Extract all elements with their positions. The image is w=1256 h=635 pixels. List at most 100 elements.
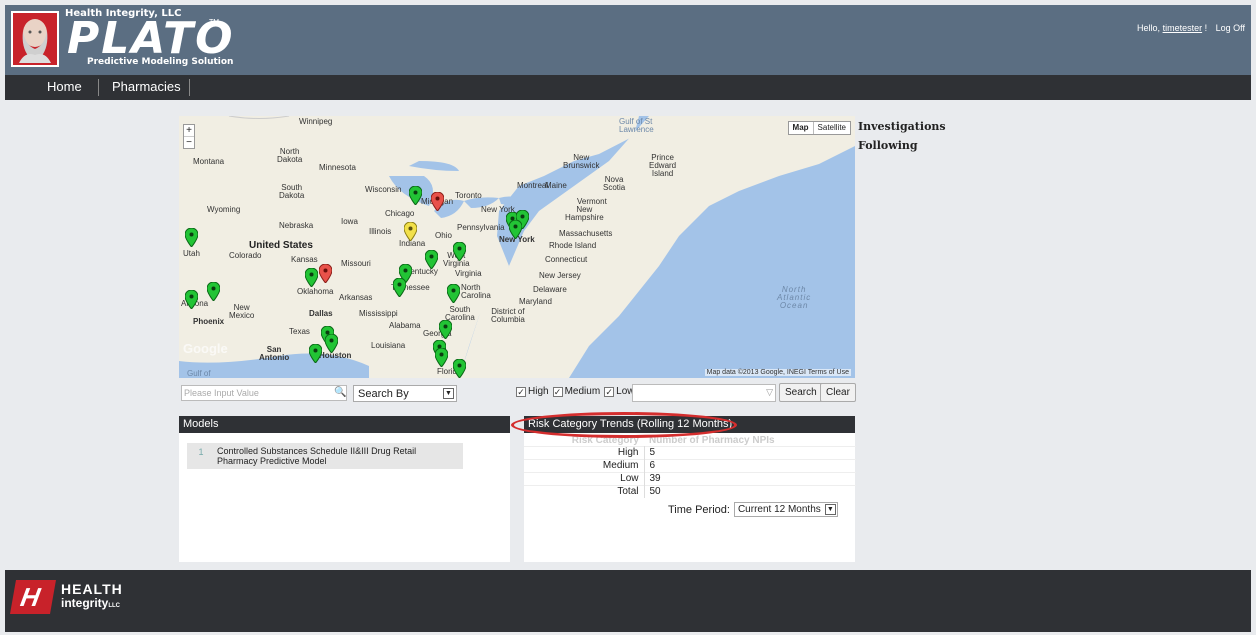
- label-south-dakota: South Dakota: [279, 183, 305, 200]
- label-san-antonio: San Antonio: [259, 345, 290, 362]
- list-item[interactable]: 1 Controlled Substances Schedule II&III …: [187, 443, 463, 469]
- pharmacy-map[interactable]: + − Map Satellite Winnipeg Gulf of St La…: [179, 116, 855, 378]
- model-name: Controlled Substances Schedule II&III Dr…: [217, 446, 417, 466]
- label-maryland: Maryland: [519, 297, 552, 306]
- footer-brand-line1: HEALTH: [61, 581, 123, 597]
- health-integrity-logo-icon: H: [10, 580, 56, 614]
- label-oklahoma: Oklahoma: [297, 287, 334, 296]
- pharmacy-pin-green[interactable]: [393, 278, 406, 297]
- header: Health Integrity, LLC PLATO TM Predictiv…: [5, 5, 1251, 75]
- risk-value: 5: [644, 446, 856, 460]
- high-checkbox[interactable]: ✓: [516, 386, 526, 397]
- nav-pharmacies[interactable]: Pharmacies: [112, 79, 181, 94]
- time-period-select[interactable]: Current 12 Months ▼: [733, 502, 838, 517]
- pharmacy-pin-green[interactable]: [435, 348, 448, 367]
- footer-brand-suffix: LLC: [108, 603, 121, 609]
- label-connecticut: Connecticut: [545, 255, 588, 264]
- pharmacy-pin-green[interactable]: [439, 320, 452, 339]
- risk-value: 6: [644, 459, 856, 473]
- satellite-view-button[interactable]: Satellite: [814, 122, 850, 134]
- pharmacy-pin-green[interactable]: [305, 268, 318, 287]
- label-pennsylvania: Pennsylvania: [457, 223, 505, 232]
- pharmacy-pin-green[interactable]: [409, 186, 422, 205]
- label-texas: Texas: [289, 327, 310, 336]
- chevron-down-icon: ▼: [443, 388, 454, 399]
- label-nova-scotia: Nova Scotia: [603, 175, 626, 192]
- label-north-carolina: North Carolina: [461, 283, 491, 300]
- label-atlantic-ocean: North Atlantic Ocean: [777, 285, 812, 310]
- chevron-down-icon: ▼: [824, 504, 836, 515]
- pharmacy-pin-green[interactable]: [309, 344, 322, 363]
- search-by-value: Search By: [358, 388, 409, 400]
- label-gulf-st-lawrence: Gulf of St Lawrence: [619, 117, 654, 134]
- zoom-control: + −: [183, 124, 195, 149]
- time-period-value: Current 12 Months: [737, 504, 821, 515]
- pharmacy-pin-green[interactable]: [453, 242, 466, 261]
- pharmacy-pin-green[interactable]: [185, 228, 198, 247]
- label-colorado: Colorado: [229, 251, 262, 260]
- models-title: Models: [179, 416, 510, 433]
- pharmacy-pin-green[interactable]: [453, 359, 466, 378]
- greeting: Hello,: [1137, 23, 1161, 33]
- pharmacy-pin-red[interactable]: [431, 192, 444, 211]
- plato-bust-logo: [11, 11, 59, 67]
- zoom-out-button[interactable]: −: [184, 137, 194, 148]
- label-iowa: Iowa: [341, 217, 358, 226]
- label-illinois: Illinois: [369, 227, 392, 236]
- label-new-brunswick: New Brunswick: [563, 153, 600, 170]
- footer-brand-word: integrity: [61, 596, 109, 610]
- label-montana: Montana: [193, 157, 225, 166]
- medium-checkbox[interactable]: ✓: [552, 386, 563, 397]
- label-gulf: Gulf of: [187, 369, 211, 378]
- label-massachusetts: Massachusetts: [559, 229, 613, 238]
- label-montreal: Montreal: [517, 181, 549, 190]
- low-checkbox[interactable]: ✓: [604, 386, 615, 397]
- pharmacy-pin-green[interactable]: [325, 334, 338, 353]
- time-period-label: Time Period:: [668, 503, 730, 516]
- nav-separator: [189, 79, 190, 96]
- label-mississippi: Mississippi: [359, 309, 398, 318]
- search-button[interactable]: Search: [779, 383, 823, 402]
- pharmacy-pin-green[interactable]: [509, 220, 522, 239]
- label-kansas: Kansas: [291, 255, 318, 264]
- label-dc: District of Columbia: [491, 307, 525, 324]
- label-pei: Prince Edward Island: [649, 153, 677, 178]
- search-by-select[interactable]: Search By ▼: [353, 385, 457, 402]
- risk-table: Risk Category Number of Pharmacy NPIs Hi…: [524, 436, 856, 498]
- label-nebraska: Nebraska: [279, 221, 314, 230]
- filter-combo[interactable]: ▽: [632, 384, 776, 402]
- label-new-mexico: New Mexico: [229, 303, 255, 320]
- label-wyoming: Wyoming: [207, 205, 241, 214]
- investigations-heading[interactable]: Investigations: [858, 120, 946, 133]
- label-delaware: Delaware: [533, 285, 567, 294]
- nav-home[interactable]: Home: [47, 79, 82, 94]
- pharmacy-pin-green[interactable]: [425, 250, 438, 269]
- username-link[interactable]: timetester: [1163, 23, 1203, 33]
- pharmacy-pin-red[interactable]: [319, 264, 332, 283]
- pharmacy-pin-green[interactable]: [447, 284, 460, 303]
- log-off-link[interactable]: Log Off: [1216, 23, 1245, 33]
- search-icon[interactable]: 🔍: [334, 387, 346, 398]
- label-new-jersey: New Jersey: [539, 271, 581, 280]
- models-panel: Models 1 Controlled Substances Schedule …: [179, 416, 510, 562]
- label-alabama: Alabama: [389, 321, 421, 330]
- pharmacy-pin-green[interactable]: [207, 282, 220, 301]
- label-united-states: United States: [249, 240, 313, 251]
- label-houston: Houston: [319, 351, 352, 360]
- pharmacy-pin-yellow[interactable]: [404, 222, 417, 241]
- map-view-button[interactable]: Map: [789, 122, 814, 134]
- zoom-in-button[interactable]: +: [184, 125, 194, 137]
- label-minnesota: Minnesota: [319, 163, 356, 172]
- time-period: Time Period: Current 12 Months ▼: [668, 502, 838, 517]
- clear-button[interactable]: Clear: [820, 383, 856, 402]
- app-tagline: Predictive Modeling Solution: [87, 57, 234, 67]
- pharmacy-pin-green[interactable]: [185, 290, 198, 309]
- greeting-exclaim: !: [1204, 23, 1208, 33]
- risk-label: Medium: [524, 459, 645, 473]
- label-north-dakota: North Dakota: [277, 147, 303, 164]
- following-heading[interactable]: Following: [858, 139, 918, 152]
- nav-bar: Home Pharmacies: [5, 75, 1251, 100]
- label-ohio: Ohio: [435, 231, 452, 240]
- map-type-control: Map Satellite: [787, 121, 851, 135]
- search-input[interactable]: Please Input Value: [181, 385, 347, 401]
